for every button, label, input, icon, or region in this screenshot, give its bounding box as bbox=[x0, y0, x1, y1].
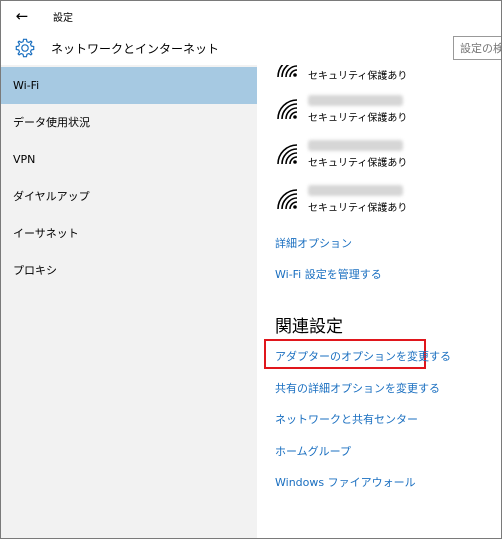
sidebar-item-wifi[interactable]: Wi-Fi bbox=[1, 67, 257, 104]
settings-search[interactable] bbox=[453, 36, 501, 60]
windows-firewall-link[interactable]: Windows ファイアウォール bbox=[275, 474, 416, 490]
related-settings-heading: 関連設定 bbox=[275, 317, 343, 337]
search-input[interactable] bbox=[454, 37, 501, 60]
change-adapter-options-link[interactable]: アダプターのオプションを変更する bbox=[275, 348, 451, 364]
wifi-signal-icon bbox=[277, 65, 298, 78]
network-name-redacted bbox=[308, 95, 403, 106]
sidebar-item-dialup[interactable]: ダイヤルアップ bbox=[1, 178, 257, 215]
gear-icon bbox=[15, 38, 35, 58]
network-item[interactable]: セキュリティ保護あり bbox=[275, 183, 495, 223]
wifi-signal-icon bbox=[277, 99, 298, 120]
network-item[interactable]: セキュリティ保護あり bbox=[275, 65, 495, 91]
page-title: ネットワークとインターネット bbox=[51, 42, 220, 56]
sidebar-item-vpn[interactable]: VPN bbox=[1, 141, 257, 178]
network-item[interactable]: セキュリティ保護あり bbox=[275, 93, 495, 133]
sidebar-item-proxy[interactable]: プロキシ bbox=[1, 252, 257, 289]
manage-wifi-settings-link[interactable]: Wi-Fi 設定を管理する bbox=[275, 266, 382, 282]
network-item[interactable]: セキュリティ保護あり bbox=[275, 138, 495, 178]
window-title: 設定 bbox=[53, 13, 73, 24]
network-security-status: セキュリティ保護あり bbox=[308, 71, 408, 82]
back-button[interactable]: ← bbox=[11, 6, 33, 26]
network-security-status: セキュリティ保護あり bbox=[308, 158, 408, 169]
main-content: セキュリティ保護あり セキュリティ保護あり セキュリティ保護あり セキュリティ保… bbox=[257, 65, 501, 538]
page-header: ネットワークとインターネット bbox=[1, 31, 501, 65]
network-security-status: セキュリティ保護あり bbox=[308, 203, 408, 214]
sidebar: Wi-Fi データ使用状況 VPN ダイヤルアップ イーサネット プロキシ bbox=[1, 65, 257, 538]
network-name-redacted bbox=[308, 140, 403, 151]
wifi-signal-icon bbox=[277, 189, 298, 210]
advanced-sharing-options-link[interactable]: 共有の詳細オプションを変更する bbox=[275, 380, 440, 396]
homegroup-link[interactable]: ホームグループ bbox=[275, 443, 351, 459]
back-arrow-icon: ← bbox=[15, 7, 29, 25]
settings-window: ← 設定 ネットワークとインターネット Wi-Fi データ使用状況 VPN ダイ… bbox=[0, 0, 502, 539]
advanced-options-link[interactable]: 詳細オプション bbox=[275, 235, 352, 251]
network-sharing-center-link[interactable]: ネットワークと共有センター bbox=[275, 411, 418, 427]
network-name-redacted bbox=[308, 185, 403, 196]
network-security-status: セキュリティ保護あり bbox=[308, 113, 408, 124]
sidebar-item-ethernet[interactable]: イーサネット bbox=[1, 215, 257, 252]
wifi-signal-icon bbox=[277, 144, 298, 165]
sidebar-item-data-usage[interactable]: データ使用状況 bbox=[1, 104, 257, 141]
title-bar: ← 設定 bbox=[1, 1, 501, 31]
